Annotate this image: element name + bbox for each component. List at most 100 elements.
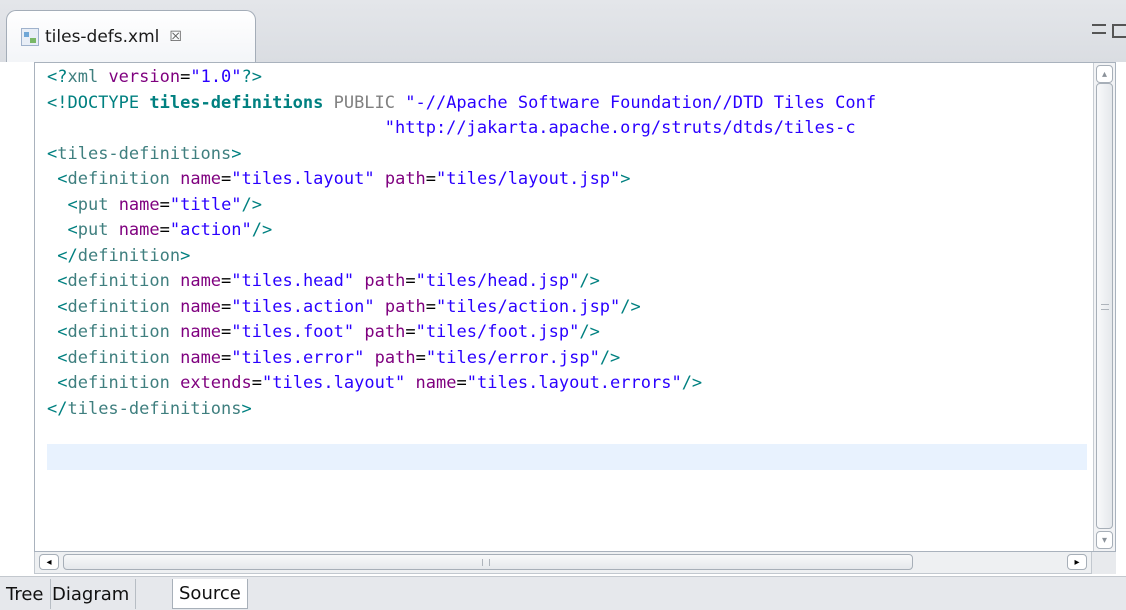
code-token: "tiles/foot.jsp"	[415, 322, 580, 342]
code-line[interactable]: <!DOCTYPE tiles-definitions PUBLIC "-//A…	[47, 91, 1093, 117]
code-token: "tiles.layout.errors"	[466, 373, 682, 393]
code-line[interactable]	[47, 422, 1093, 448]
code-line[interactable]: <definition name="tiles.action" path="ti…	[47, 295, 1093, 321]
code-token: >	[180, 245, 191, 266]
code-token: name	[180, 169, 222, 189]
code-token: <	[57, 169, 68, 189]
code-token: "tiles/action.jsp"	[436, 296, 621, 317]
code-token: "http://jakarta.apache.org/struts/dtds/t…	[384, 118, 856, 138]
code-token: <	[67, 194, 78, 215]
code-token: <	[57, 296, 68, 317]
scroll-right-icon[interactable]: ▸	[1067, 554, 1087, 570]
horizontal-scrollbar[interactable]: ◂ ▸	[34, 552, 1092, 574]
code-line[interactable]: <?xml version="1.0"?>	[47, 65, 1093, 91]
tab-tiles-defs-xml[interactable]: tiles-defs.xml ☒	[6, 10, 256, 62]
code-area[interactable]: <?xml version="1.0"?> <!DOCTYPE tiles-def…	[47, 65, 1093, 448]
code-token: =	[221, 271, 232, 291]
code-token: tiles-definitions	[67, 398, 242, 419]
code-token: name	[180, 271, 222, 291]
code-token: =	[221, 347, 232, 368]
code-token: <!DOCTYPE	[47, 92, 150, 113]
code-token: path	[384, 169, 426, 189]
source-editor[interactable]: <?xml version="1.0"?> <!DOCTYPE tiles-def…	[34, 62, 1116, 552]
code-token: <?	[47, 67, 68, 87]
code-token: name	[180, 347, 222, 368]
code-token: "tiles.foot"	[231, 322, 355, 342]
code-token: =	[405, 271, 416, 291]
vertical-scroll-thumb[interactable]	[1096, 83, 1113, 529]
code-line[interactable]: <tiles-definitions>	[47, 142, 1093, 168]
grip-icon	[482, 559, 490, 566]
scrollbar-corner	[1092, 552, 1116, 574]
scroll-up-icon[interactable]: ▴	[1096, 65, 1113, 83]
code-token: path	[384, 296, 426, 317]
code-token: =	[159, 220, 170, 240]
code-line[interactable]: <put name="title"/>	[47, 193, 1093, 219]
horizontal-scroll-thumb[interactable]	[63, 554, 913, 570]
grip-icon	[1101, 304, 1109, 310]
code-token: "tiles/head.jsp"	[415, 271, 580, 291]
close-icon[interactable]: ☒	[169, 29, 182, 45]
code-token: put	[77, 194, 119, 215]
code-token: "tiles.action"	[231, 296, 375, 317]
editor-page-tabs: Tree Diagram Source	[0, 576, 1126, 610]
current-line-highlight	[47, 444, 1087, 470]
code-line[interactable]: <definition name="tiles.head" path="tile…	[47, 269, 1093, 295]
code-line[interactable]: <definition extends="tiles.layout" name=…	[47, 371, 1093, 397]
code-token: xml	[67, 67, 109, 87]
code-token: definition	[67, 296, 181, 317]
code-token: put	[77, 220, 119, 240]
code-token: name	[118, 220, 160, 240]
view-controls	[1092, 24, 1126, 38]
code-token: <	[57, 347, 68, 368]
code-token: =	[425, 296, 437, 317]
tab-diagram[interactable]: Diagram	[46, 579, 137, 609]
maximize-icon[interactable]	[1112, 24, 1126, 38]
code-token: =	[405, 322, 416, 342]
code-token: />	[579, 271, 600, 291]
code-line[interactable]: <definition name="tiles.error" path="til…	[47, 346, 1093, 372]
code-token: "tiles/layout.jsp"	[436, 169, 621, 189]
code-line[interactable]: <definition name="tiles.foot" path="tile…	[47, 320, 1093, 346]
code-line[interactable]: </tiles-definitions>	[47, 397, 1093, 423]
code-token: <	[47, 143, 58, 164]
code-token: "tiles.head"	[231, 271, 355, 291]
code-token: definition	[67, 347, 181, 368]
vertical-scrollbar[interactable]: ▴ ▾	[1093, 63, 1115, 551]
code-line[interactable]: "http://jakarta.apache.org/struts/dtds/t…	[47, 116, 1093, 142]
code-token: "tiles/error.jsp"	[425, 347, 600, 368]
minimize-icon[interactable]	[1092, 24, 1106, 34]
code-line[interactable]: </definition>	[47, 244, 1093, 270]
code-token: "action"	[169, 220, 252, 240]
tab-title: tiles-defs.xml	[45, 26, 160, 47]
code-token: "tiles.error"	[231, 347, 365, 368]
code-token: <	[67, 220, 78, 240]
code-token: "-//Apache Software Foundation//DTD Tile…	[405, 92, 877, 113]
code-token: =	[415, 347, 426, 368]
tab-tree[interactable]: Tree	[0, 579, 51, 609]
code-line[interactable]: <put name="action"/>	[47, 218, 1093, 244]
code-token: />	[599, 347, 621, 368]
tab-source[interactable]: Source	[172, 579, 248, 609]
code-token: =	[180, 67, 191, 87]
code-line[interactable]: <definition name="tiles.layout" path="ti…	[47, 167, 1093, 193]
code-token: />	[251, 220, 273, 240]
scroll-down-icon[interactable]: ▾	[1096, 531, 1113, 549]
scroll-left-icon[interactable]: ◂	[39, 554, 59, 570]
code-token: =	[456, 373, 467, 393]
code-token: "1.0"	[190, 67, 242, 87]
code-token: />	[620, 296, 641, 317]
